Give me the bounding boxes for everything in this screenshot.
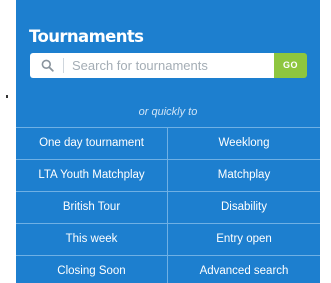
link-matchplay[interactable]: Matchplay: [168, 160, 320, 191]
link-one-day-tournament[interactable]: One day tournament: [16, 128, 167, 159]
link-closing-soon[interactable]: Closing Soon: [16, 256, 167, 283]
stray-mark: [6, 95, 8, 98]
link-this-week[interactable]: This week: [16, 224, 167, 255]
link-advanced-search[interactable]: Advanced search: [168, 256, 320, 283]
link-weeklong[interactable]: Weeklong: [168, 128, 320, 159]
panel-title: Tournaments: [29, 27, 144, 46]
tournaments-panel: Tournaments GO or quickly to One day tou…: [16, 0, 320, 283]
search-input[interactable]: [72, 56, 268, 75]
link-disability[interactable]: Disability: [168, 192, 320, 223]
link-entry-open[interactable]: Entry open: [168, 224, 320, 255]
search-divider: [63, 58, 64, 73]
go-button[interactable]: GO: [274, 53, 307, 78]
search-box: [30, 53, 274, 78]
link-british-tour[interactable]: British Tour: [16, 192, 167, 223]
search-icon: [41, 59, 54, 72]
quick-links-grid: One day tournament Weeklong LTA Youth Ma…: [16, 127, 320, 283]
link-lta-youth-matchplay[interactable]: LTA Youth Matchplay: [16, 160, 167, 191]
quick-links-label: or quickly to: [138, 106, 198, 118]
